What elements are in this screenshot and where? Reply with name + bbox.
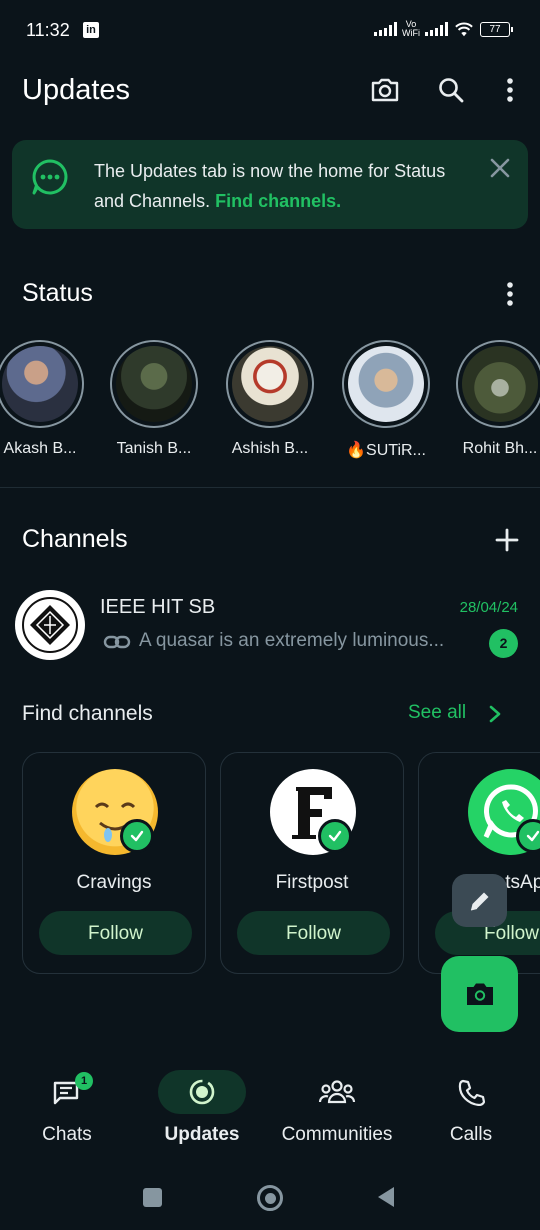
nav-chats[interactable]: 1 Chats: [0, 1070, 134, 1146]
status-ring: [342, 340, 430, 428]
status-indicators: Vo WiFi 77: [374, 19, 513, 38]
channel-card[interactable]: Cravings Follow: [22, 752, 206, 974]
channel-card-clip: WhatsApp Follow: [418, 752, 540, 974]
updates-info-banner: The Updates tab is now the home for Stat…: [12, 140, 528, 229]
status-more-icon[interactable]: [490, 274, 530, 314]
channel-card[interactable]: Firstpost Follow: [220, 752, 404, 974]
channel-card-name: Cravings: [76, 872, 152, 893]
channel-avatar: [15, 590, 85, 660]
nav-updates[interactable]: Updates: [135, 1070, 269, 1146]
channel-name: IEEE HIT SB: [100, 596, 216, 618]
find-channels-link[interactable]: Find channels.: [215, 191, 341, 211]
chats-badge: 1: [75, 1072, 93, 1090]
updates-icon: [189, 1079, 215, 1105]
banner-message: The Updates tab is now the home for Stat…: [94, 161, 446, 211]
channel-card[interactable]: WhatsApp Follow: [418, 752, 540, 974]
nav-calls[interactable]: Calls: [404, 1070, 538, 1146]
follow-button[interactable]: Follow: [39, 911, 192, 955]
status-name: Ashish B...: [231, 440, 309, 457]
channel-card-name: Firstpost: [275, 872, 349, 893]
status-item[interactable]: Ashish B...: [222, 340, 318, 458]
search-icon[interactable]: [431, 70, 471, 110]
status-ring: [456, 340, 540, 428]
nav-communities[interactable]: Communities: [270, 1070, 404, 1146]
unread-badge: 2: [489, 629, 518, 658]
camera-status-button[interactable]: [441, 956, 518, 1032]
nav-label: Updates: [164, 1124, 240, 1145]
see-all-link[interactable]: See all: [408, 702, 466, 724]
communities-icon: [318, 1080, 356, 1104]
avatar: [232, 346, 308, 422]
status-item[interactable]: 🔥SUTiR...: [338, 340, 434, 460]
back-icon[interactable]: [376, 1186, 396, 1213]
status-ring: [226, 340, 314, 428]
add-icon[interactable]: [487, 520, 527, 560]
nav-label: Calls: [449, 1124, 493, 1145]
more-vertical-icon[interactable]: [490, 70, 530, 110]
divider: [0, 487, 540, 488]
vowifi-icon: Vo WiFi: [402, 19, 420, 38]
edit-status-button[interactable]: [452, 874, 507, 927]
signal-icon-2: [425, 22, 448, 36]
wifi-icon: [455, 22, 473, 37]
camera-icon: [466, 983, 493, 1005]
status-ring: [0, 340, 84, 428]
nav-label: Chats: [42, 1124, 92, 1145]
signal-icon: [374, 22, 397, 36]
link-icon: [103, 632, 131, 657]
avatar: [2, 346, 78, 422]
nav-icon-container: [427, 1070, 515, 1114]
channel-last-message: A quasar is an extremely luminous...: [139, 630, 445, 651]
channels-section-title: Channels: [22, 525, 128, 553]
nav-icon-container: [158, 1070, 246, 1114]
nav-icon-container: 1: [23, 1070, 111, 1114]
page-title: Updates: [22, 74, 131, 106]
avatar: [116, 346, 192, 422]
clock: 11:32: [26, 20, 70, 40]
status-ring: [110, 340, 198, 428]
recent-apps-icon[interactable]: [143, 1188, 162, 1207]
verified-badge-icon: [120, 819, 154, 853]
status-section-title: Status: [22, 279, 93, 307]
status-name: Tanish B...: [116, 440, 192, 457]
phone-icon: [458, 1079, 485, 1106]
status-name: Rohit Bh...: [462, 440, 538, 457]
system-status-bar: 11:32 in Vo WiFi 77: [0, 0, 540, 64]
home-icon[interactable]: [257, 1185, 283, 1211]
chevron-right-icon[interactable]: [488, 704, 502, 729]
status-name: 🔥SUTiR...: [346, 442, 426, 459]
status-name: Akash B...: [3, 440, 77, 457]
nav-label: Communities: [281, 1124, 393, 1145]
avatar: [348, 346, 424, 422]
nav-icon-container: [293, 1070, 381, 1114]
pencil-icon: [470, 892, 488, 910]
system-navigation-bar: [0, 1162, 540, 1230]
battery-icon: 77: [480, 21, 513, 37]
status-item[interactable]: Akash B...: [0, 340, 88, 458]
camera-icon[interactable]: [365, 70, 405, 110]
find-channels-title: Find channels: [22, 702, 153, 725]
close-icon[interactable]: [486, 154, 514, 187]
avatar: [462, 346, 538, 422]
linkedin-icon: in: [83, 22, 99, 38]
status-item[interactable]: Rohit Bh...: [452, 340, 540, 458]
status-icon: [30, 157, 70, 202]
channel-date: 28/04/24: [459, 599, 518, 616]
follow-button[interactable]: Follow: [237, 911, 390, 955]
verified-badge-icon: [318, 819, 352, 853]
status-item[interactable]: Tanish B...: [106, 340, 202, 458]
